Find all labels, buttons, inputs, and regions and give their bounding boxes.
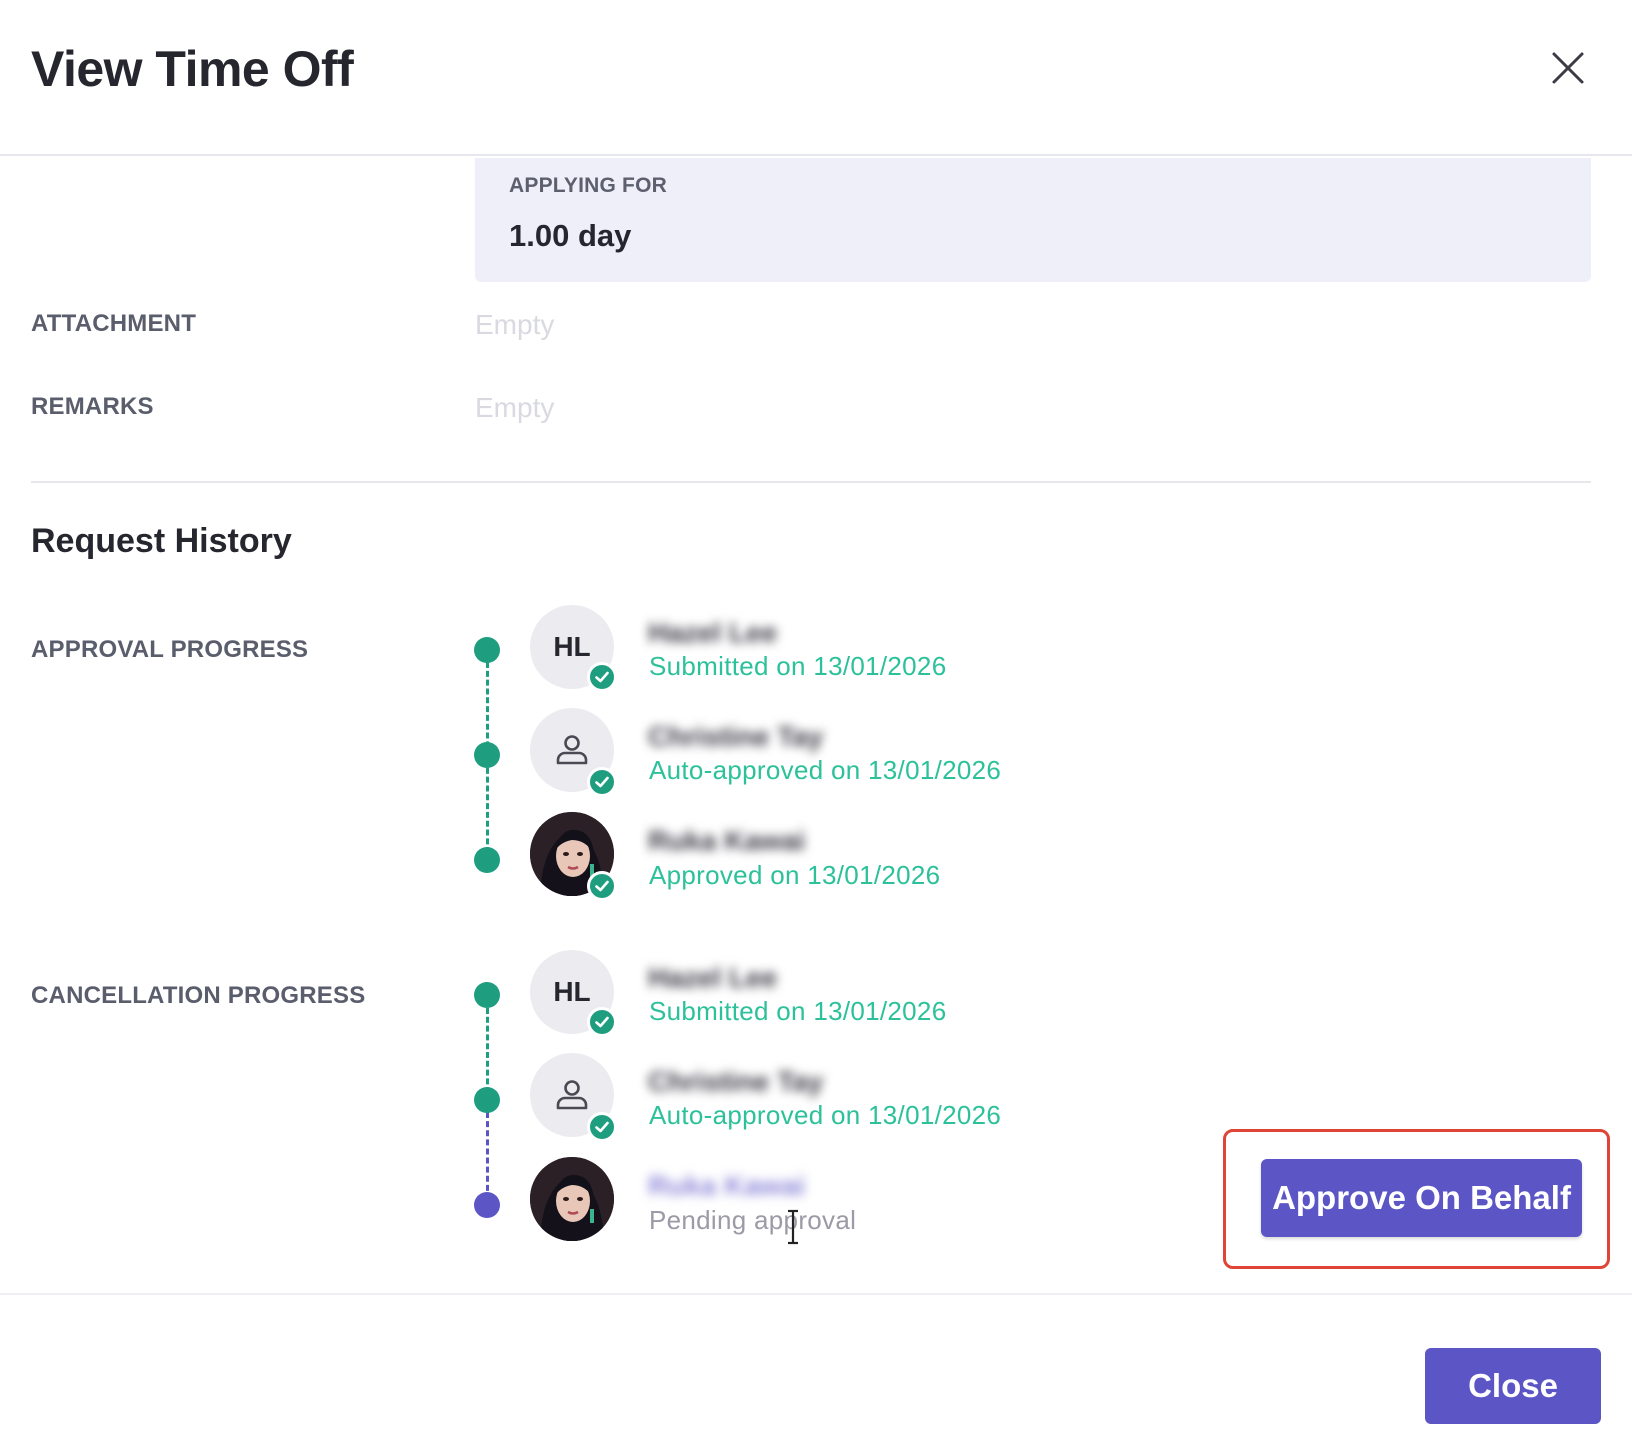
request-history-title: Request History: [31, 522, 292, 560]
approver-name: Ruka Kawai: [648, 1170, 806, 1201]
attachment-label: ATTACHMENT: [31, 310, 197, 337]
section-divider: [31, 481, 1591, 483]
remarks-label: REMARKS: [31, 393, 154, 420]
approver-name: Christine Tay: [648, 1066, 824, 1097]
avatar-initials: HL: [553, 976, 591, 1007]
approve-on-behalf-button[interactable]: Approve On Behalf: [1261, 1159, 1582, 1237]
check-icon: [587, 1007, 617, 1037]
remarks-value: Empty: [475, 392, 555, 423]
cancellation-progress-label: CANCELLATION PROGRESS: [31, 982, 366, 1009]
approver-name: Ruka Kawai: [648, 825, 806, 856]
timeline-dot-pending: [474, 1192, 500, 1218]
timeline-dot: [474, 1087, 500, 1113]
check-icon: [587, 662, 617, 692]
close-icon[interactable]: [1548, 48, 1588, 88]
approver-status: Auto-approved on 13/01/2026: [649, 755, 1002, 785]
applying-for-value: 1.00 day: [509, 218, 632, 253]
timeline-dot: [474, 742, 500, 768]
approver-status: Submitted on 13/01/2026: [649, 996, 947, 1026]
applying-for-card: APPLYING FOR 1.00 day: [475, 158, 1591, 282]
applying-for-label: APPLYING FOR: [509, 174, 667, 197]
timeline-dot: [474, 982, 500, 1008]
approver-status: Submitted on 13/01/2026: [649, 651, 947, 681]
close-button[interactable]: Close: [1425, 1348, 1601, 1424]
check-icon: [587, 767, 617, 797]
approver-name: Hazel Lee: [648, 962, 778, 993]
cancellation-timeline-line-pending: [486, 1112, 489, 1200]
check-icon: [587, 1112, 617, 1142]
modal-header: View Time Off: [0, 0, 1632, 156]
approver-status: Auto-approved on 13/01/2026: [649, 1100, 1002, 1130]
view-time-off-modal: View Time Off APPLYING FOR 1.00 day ATTA…: [0, 0, 1632, 1437]
timeline-dot: [474, 637, 500, 663]
approval-progress-label: APPROVAL PROGRESS: [31, 636, 309, 663]
person-icon: [556, 1080, 588, 1110]
avatar-initials: HL: [553, 631, 591, 662]
modal-title: View Time Off: [31, 41, 354, 97]
text-cursor-icon: [786, 1208, 800, 1246]
approver-name: Christine Tay: [648, 721, 824, 752]
person-icon: [556, 735, 588, 765]
approver-name: Hazel Lee: [648, 617, 778, 648]
approver-status: Pending approval: [649, 1205, 857, 1235]
avatar-photo: [530, 1157, 614, 1241]
attachment-value: Empty: [475, 309, 555, 340]
approver-status: Approved on 13/01/2026: [649, 860, 941, 890]
check-icon: [587, 871, 617, 901]
timeline-dot: [474, 847, 500, 873]
footer-divider: [0, 1293, 1632, 1295]
